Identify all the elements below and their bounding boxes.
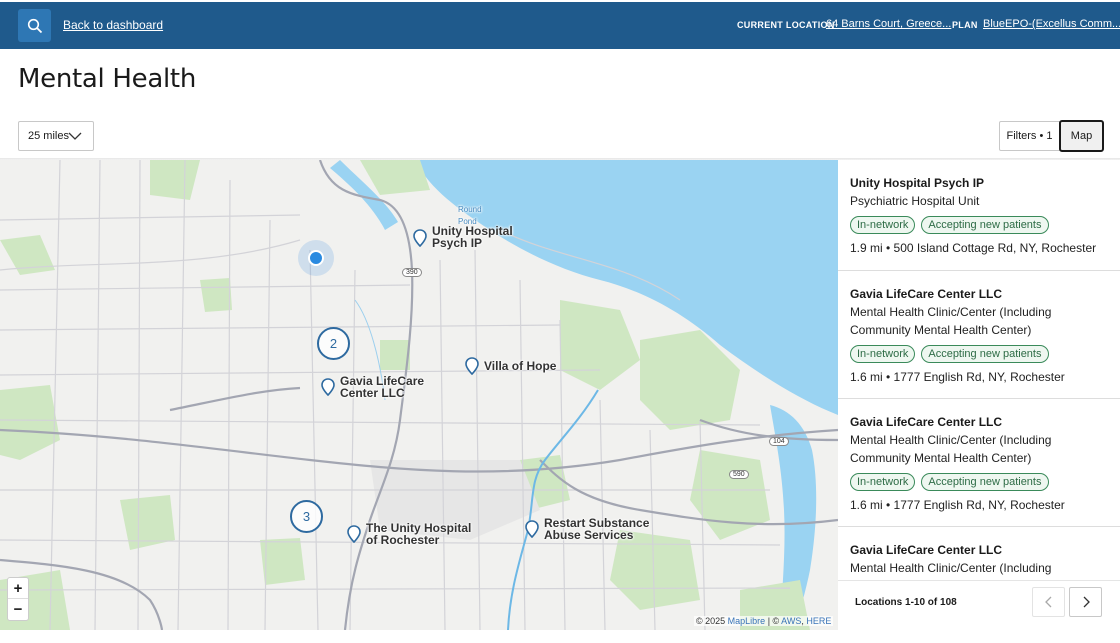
map-label-gavia[interactable]: Gavia LifeCare Center LLC	[340, 375, 430, 399]
chevron-down-icon	[68, 132, 82, 140]
chevron-left-icon	[1044, 596, 1051, 608]
top-bar: Back to dashboard CURRENT LOCATION 64 Ba…	[0, 2, 1120, 49]
in-network-badge: In-network	[850, 216, 916, 234]
pagination-bar: Locations 1-10 of 108	[838, 580, 1120, 630]
result-type: Mental Health Clinic/Center (Including C…	[850, 561, 1052, 580]
map-cluster[interactable]: 3	[290, 500, 323, 533]
attribution-text: | ©	[765, 616, 782, 626]
map-attribution: © 2025 MapLibre | © AWS, HERE	[694, 616, 834, 626]
highway-shield: 590	[729, 470, 749, 479]
result-type: Mental Health Clinic/Center (Including C…	[850, 433, 1052, 465]
map-pin-icon[interactable]	[465, 357, 479, 375]
chevron-right-icon	[1083, 596, 1090, 608]
zoom-controls: + −	[7, 577, 29, 621]
maplibre-link[interactable]: MapLibre	[728, 616, 766, 626]
results-list: Unity Hospital Psych IP Psychiatric Hosp…	[838, 160, 1120, 580]
result-name: Gavia LifeCare Center LLC	[850, 543, 1003, 557]
result-card[interactable]: Gavia LifeCare Center LLC Mental Health …	[838, 527, 1120, 580]
current-location-label: CURRENT LOCATION	[737, 20, 835, 30]
radius-dropdown[interactable]: 25 miles	[18, 121, 94, 151]
plan-label: PLAN	[952, 20, 978, 30]
highway-shield: 104	[769, 437, 789, 446]
in-network-badge: In-network	[850, 345, 916, 363]
filters-button[interactable]: Filters • 1	[999, 121, 1060, 151]
map-pin-icon[interactable]	[321, 378, 335, 396]
zoom-in-button[interactable]: +	[8, 578, 28, 599]
result-type: Mental Health Clinic/Center (Including C…	[850, 305, 1052, 337]
attribution-text: © 2025	[696, 616, 728, 626]
accepting-patients-badge: Accepting new patients	[921, 216, 1049, 234]
map-pin-icon[interactable]	[413, 229, 427, 247]
result-name: Gavia LifeCare Center LLC	[850, 287, 1003, 301]
result-card[interactable]: Unity Hospital Psych IP Psychiatric Hosp…	[838, 160, 1120, 271]
current-location-marker	[298, 240, 334, 276]
highway-shield: 390	[402, 268, 422, 277]
next-page-button[interactable]	[1069, 587, 1102, 617]
result-name: Unity Hospital Psych IP	[850, 176, 985, 190]
previous-page-button[interactable]	[1032, 587, 1065, 617]
current-location-link[interactable]: 64 Barns Court, Greece...	[826, 18, 951, 30]
result-card[interactable]: Gavia LifeCare Center LLC Mental Health …	[838, 399, 1120, 527]
map-label-unity-rochester[interactable]: The Unity Hospital of Rochester	[366, 522, 476, 546]
map-pin-icon[interactable]	[347, 525, 361, 543]
search-icon	[27, 18, 42, 33]
map-label-unity-psych[interactable]: Unity Hospital Psych IP	[432, 225, 522, 249]
result-address: 1.6 mi • 1777 English Rd, NY, Rochester	[850, 498, 1065, 512]
back-to-dashboard-link[interactable]: Back to dashboard	[63, 18, 163, 32]
result-type: Psychiatric Hospital Unit	[850, 194, 980, 208]
map-cluster[interactable]: 2	[317, 327, 350, 360]
accepting-patients-badge: Accepting new patients	[921, 473, 1049, 491]
radius-value: 25 miles	[28, 130, 69, 142]
zoom-out-button[interactable]: −	[8, 599, 28, 620]
result-address: 1.6 mi • 1777 English Rd, NY, Rochester	[850, 370, 1065, 384]
map[interactable]: 390 104 590 Round Pond Unity Hospital Ps…	[0, 160, 838, 630]
results-count: Locations 1-10 of 108	[855, 597, 957, 608]
search-button[interactable]	[18, 9, 51, 42]
in-network-badge: In-network	[850, 473, 916, 491]
map-label-villa-hope[interactable]: Villa of Hope	[484, 360, 574, 372]
result-card[interactable]: Gavia LifeCare Center LLC Mental Health …	[838, 271, 1120, 399]
plan-link[interactable]: BlueEPO-(Excellus Comm...	[983, 18, 1120, 30]
here-link[interactable]: HERE	[806, 616, 831, 626]
accepting-patients-badge: Accepting new patients	[921, 345, 1049, 363]
map-label-restart[interactable]: Restart Substance Abuse Services	[544, 517, 654, 541]
map-pin-icon[interactable]	[525, 520, 539, 538]
result-address: 1.9 mi • 500 Island Cottage Rd, NY, Roch…	[850, 241, 1097, 255]
result-name: Gavia LifeCare Center LLC	[850, 415, 1003, 429]
map-toggle-button[interactable]: Map	[1059, 120, 1104, 152]
aws-link[interactable]: AWS	[781, 616, 801, 626]
page-title: Mental Health	[18, 64, 196, 94]
